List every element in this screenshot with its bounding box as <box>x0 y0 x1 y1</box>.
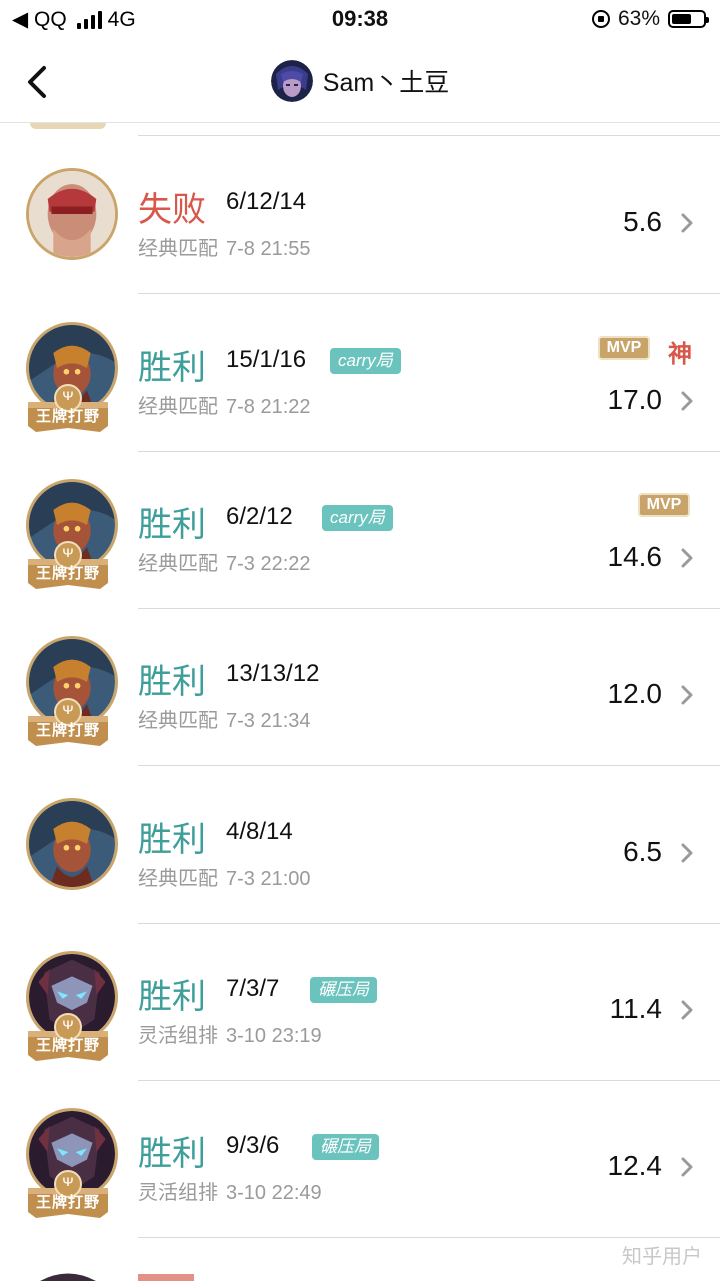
match-score: 12.4 <box>607 1150 663 1181</box>
match-meta: 经典匹配 7-8 21:22 <box>138 390 311 419</box>
nav-username: Sam丶土豆 <box>322 69 450 97</box>
badge-peek <box>30 123 106 129</box>
avatar[interactable] <box>270 60 313 102</box>
ace-jungler-badge: 王牌打野 <box>26 384 110 436</box>
match-row[interactable]: 王牌打野 胜利 6/2/12 carry局经典匹配 7-3 22:22 MVP 14.6 <box>0 451 720 609</box>
match-time: 3-10 23:19 <box>226 1025 322 1047</box>
chevron-right-icon <box>680 999 694 1021</box>
rotation-lock-icon <box>591 10 610 28</box>
chevron-right-icon <box>680 842 694 864</box>
status-right: 63% <box>591 7 709 31</box>
badge-label: 王牌打野 <box>35 721 100 739</box>
match-tag: 碾压局 <box>310 977 377 1003</box>
match-row[interactable]: 王牌打野 胜利 9/3/6 碾压局灵活组排 3-10 22:49 12.4 <box>0 1080 720 1238</box>
match-result: 胜利 <box>138 820 206 860</box>
game-mode: 经典匹配 <box>138 866 218 890</box>
badge-label: 王牌打野 <box>35 407 100 425</box>
match-time: 7-8 21:55 <box>226 238 311 260</box>
game-mode: 经典匹配 <box>138 551 218 575</box>
game-mode: 灵活组排 <box>138 1180 218 1204</box>
match-score: 5.6 <box>623 206 662 237</box>
kda: 13/13/12 <box>226 660 320 687</box>
battery-icon <box>668 10 709 28</box>
match-meta: 灵活组排 3-10 22:49 <box>138 1176 322 1205</box>
mvp-badge: MVP <box>598 336 650 360</box>
match-meta: 经典匹配 7-3 21:00 <box>138 862 311 891</box>
game-mode: 灵活组排 <box>138 1023 218 1047</box>
game-mode: 经典匹配 <box>138 708 218 732</box>
badge-label: 王牌打野 <box>35 1036 100 1054</box>
kda: 4/8/14 <box>226 818 293 845</box>
match-time: 7-3 22:22 <box>226 553 311 575</box>
ace-jungler-badge: 王牌打野 <box>26 541 110 593</box>
match-result: 失败 <box>138 190 206 230</box>
ace-jungler-badge: 王牌打野 <box>26 1170 110 1222</box>
match-row[interactable]: 王牌打野 胜利 15/1/16 carry局经典匹配 7-8 21:22 MVP 神17.0 <box>0 294 720 452</box>
kda: 6/12/14 <box>226 188 307 215</box>
badge-label: 王牌打野 <box>35 1193 100 1211</box>
watermark: 知乎用户 <box>622 1244 702 1268</box>
kda: 6/2/12 <box>226 503 293 530</box>
match-score: 12.0 <box>607 678 663 709</box>
hero-avatar <box>26 798 118 890</box>
battery-percent: 63% <box>617 7 660 30</box>
match-row[interactable]: 胜利 4/8/14 经典匹配 7-3 21:00 6.5 <box>0 766 720 924</box>
chevron-right-icon <box>680 390 694 412</box>
match-result: 胜利 <box>138 1134 206 1174</box>
match-tag: 碾压局 <box>312 1134 379 1160</box>
nav-bar: Sam丶土豆 <box>0 40 720 123</box>
match-meta: 经典匹配 7-3 22:22 <box>138 547 311 576</box>
match-time: 7-3 21:34 <box>226 710 311 732</box>
status-bar: ◀ QQ 4G 09:38 63% <box>0 0 720 40</box>
match-tag: carry局 <box>322 505 393 531</box>
match-time: 3-10 22:49 <box>226 1182 322 1204</box>
match-score: 17.0 <box>607 384 663 415</box>
chevron-right-icon <box>680 547 694 569</box>
ace-jungler-badge: 王牌打野 <box>26 698 110 750</box>
match-meta: 经典匹配 7-3 21:34 <box>138 704 311 733</box>
hero-avatar <box>26 168 118 260</box>
match-meta: 经典匹配 7-8 21:55 <box>138 232 311 261</box>
kda: 9/3/6 <box>226 1132 280 1159</box>
kda: 15/1/16 <box>226 346 307 373</box>
match-row[interactable]: 王牌打野 胜利 13/13/12 经典匹配 7-3 21:34 12.0 <box>0 608 720 766</box>
godlike-badge: 神 <box>668 340 692 368</box>
match-score: 6.5 <box>623 836 662 867</box>
previous-row-peek <box>0 123 720 137</box>
match-score: 14.6 <box>607 541 663 572</box>
match-result: 胜利 <box>138 662 206 702</box>
match-row[interactable]: 王牌打野 胜利 7/3/7 碾压局灵活组排 3-10 23:19 11.4 <box>0 923 720 1081</box>
match-result: 胜利 <box>138 348 206 388</box>
match-time: 7-8 21:22 <box>226 396 311 418</box>
nav-title[interactable]: Sam丶土豆 <box>0 60 720 102</box>
match-meta: 灵活组排 3-10 23:19 <box>138 1019 322 1048</box>
match-result: 胜利 <box>138 505 206 545</box>
match-time: 7-3 21:00 <box>226 868 311 890</box>
game-mode: 经典匹配 <box>138 236 218 260</box>
badge-label: 王牌打野 <box>35 564 100 582</box>
ace-jungler-badge: 王牌打野 <box>26 1013 110 1065</box>
chevron-right-icon <box>680 212 694 234</box>
match-result: 胜利 <box>138 977 206 1017</box>
match-score: 11.4 <box>609 993 662 1024</box>
divider <box>138 1237 720 1238</box>
match-row[interactable]: 失败 6/12/14 经典匹配 7-8 21:55 5.6 <box>0 136 720 294</box>
next-row-peek <box>0 1268 720 1281</box>
mvp-badge: MVP <box>638 493 690 517</box>
match-tag: carry局 <box>330 348 401 374</box>
kda: 7/3/7 <box>226 975 280 1002</box>
chevron-right-icon <box>680 684 694 706</box>
chevron-right-icon <box>680 1156 694 1178</box>
game-mode: 经典匹配 <box>138 394 218 418</box>
